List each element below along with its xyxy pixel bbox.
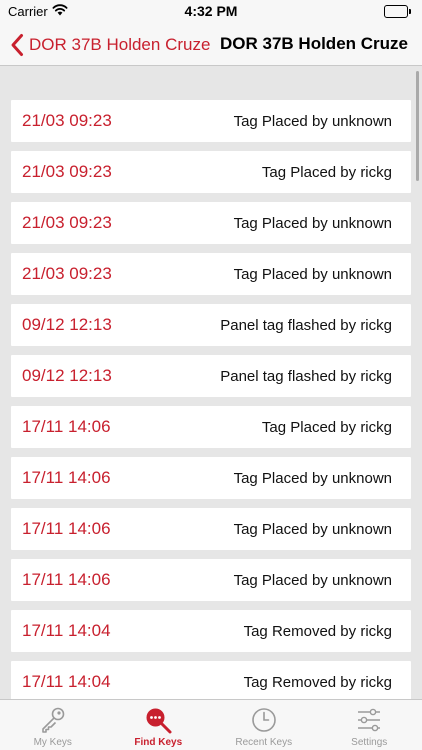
event-row[interactable]: 17/11 14:04 Tag Removed by rickg <box>11 661 411 699</box>
event-description: Tag Placed by rickg <box>261 163 392 181</box>
sliders-icon <box>354 705 384 735</box>
back-button[interactable]: DOR 37B Holden Cruze <box>10 31 210 59</box>
event-row[interactable]: 17/11 14:06 Tag Placed by unknown <box>11 559 411 601</box>
chevron-left-icon <box>11 34 23 56</box>
scrollbar[interactable] <box>416 71 419 181</box>
event-date: 17/11 14:04 <box>22 621 111 640</box>
page-title: DOR 37B Holden Cruze <box>220 34 408 53</box>
event-description: Panel tag flashed by rickg <box>220 316 392 334</box>
event-row[interactable]: 21/03 09:23 Tag Placed by rickg <box>11 151 411 193</box>
status-bar: Carrier 4:32 PM <box>0 0 422 24</box>
tab-recent-keys[interactable]: Recent Keys <box>211 700 317 750</box>
event-row[interactable]: 09/12 12:13 Panel tag flashed by rickg <box>11 355 411 397</box>
event-date: 17/11 14:04 <box>22 672 111 691</box>
event-date: 17/11 14:06 <box>22 468 111 487</box>
event-row[interactable]: 17/11 14:06 Tag Placed by rickg <box>11 406 411 448</box>
event-description: Tag Removed by rickg <box>243 622 392 640</box>
event-date: 21/03 09:23 <box>22 213 112 232</box>
tab-find-keys[interactable]: Find Keys <box>106 700 212 750</box>
event-description: Tag Placed by unknown <box>233 265 392 283</box>
event-list-scroll-area[interactable]: 21/03 09:23 Tag Placed by unknown 21/03 09… <box>0 67 422 699</box>
clock-icon <box>249 705 279 735</box>
event-date: 21/03 09:23 <box>22 162 112 181</box>
event-date: 17/11 14:06 <box>22 570 111 589</box>
status-time: 4:32 PM <box>184 3 238 19</box>
event-row[interactable]: 09/12 12:13 Panel tag flashed by rickg <box>11 304 411 346</box>
event-date: 09/12 12:13 <box>22 315 112 334</box>
tab-label: Settings <box>351 737 388 748</box>
battery-icon <box>384 5 412 18</box>
event-date: 17/11 14:06 <box>22 417 111 436</box>
event-row[interactable]: 17/11 14:06 Tag Placed by unknown <box>11 508 411 550</box>
event-row[interactable]: 21/03 09:23 Tag Placed by unknown <box>11 202 411 244</box>
tab-settings[interactable]: Settings <box>317 700 422 750</box>
event-description: Tag Placed by unknown <box>233 571 392 589</box>
event-list: 21/03 09:23 Tag Placed by unknown 21/03 09… <box>11 100 411 699</box>
tab-label: My Keys <box>33 737 72 748</box>
tab-label: Find Keys <box>134 737 183 748</box>
event-description: Tag Placed by unknown <box>233 112 392 130</box>
find-keys-icon <box>143 705 173 735</box>
event-date: 09/12 12:13 <box>22 366 112 385</box>
event-row[interactable]: 17/11 14:04 Tag Removed by rickg <box>11 610 411 652</box>
event-description: Tag Removed by rickg <box>243 673 392 691</box>
tab-my-keys[interactable]: My Keys <box>0 700 106 750</box>
event-date: 17/11 14:06 <box>22 519 111 538</box>
event-date: 21/03 09:23 <box>22 264 112 283</box>
tab-label: Recent Keys <box>235 737 293 748</box>
event-description: Tag Placed by rickg <box>261 418 392 436</box>
tab-bar: My Keys Find Keys Recent Keys Settings <box>0 699 422 750</box>
event-description: Tag Placed by unknown <box>233 520 392 538</box>
event-row[interactable]: 17/11 14:06 Tag Placed by unknown <box>11 457 411 499</box>
event-description: Tag Placed by unknown <box>233 214 392 232</box>
event-row[interactable]: 21/03 09:23 Tag Placed by unknown <box>11 253 411 295</box>
back-button-label: DOR 37B Holden Cruze <box>29 35 211 54</box>
navigation-bar: DOR 37B Holden Cruze DOR 37B Holden Cruz… <box>0 24 422 66</box>
event-description: Tag Placed by unknown <box>233 469 392 487</box>
key-icon <box>38 705 68 735</box>
event-description: Panel tag flashed by rickg <box>220 367 392 385</box>
event-row[interactable]: 21/03 09:23 Tag Placed by unknown <box>11 100 411 142</box>
event-date: 21/03 09:23 <box>22 111 112 130</box>
